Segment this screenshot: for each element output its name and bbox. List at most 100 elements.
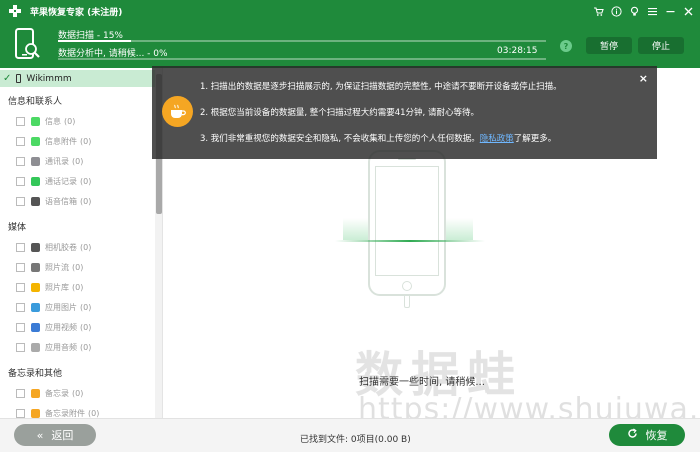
category-count: (0) [80,322,92,332]
double-chevron-left-icon: « [36,428,44,442]
cart-icon[interactable] [592,5,604,17]
category-item[interactable]: 语音信箱 (0) [16,194,91,208]
phone-illustration [368,150,446,296]
category-label: 应用视频 [45,322,77,332]
app-title: 苹果恢复专家 (未注册) [30,7,123,18]
category-checkbox[interactable] [16,242,25,252]
category-label: 相机胶卷 [45,242,77,252]
voicemail-icon [31,196,40,206]
category-checkbox[interactable] [16,196,25,206]
photo-stream-icon [31,262,40,272]
category-checkbox[interactable] [16,176,25,186]
tip-note-3-tail: 了解更多。 [513,134,557,144]
category-label: 备忘录 [45,388,69,398]
menu-icon[interactable] [646,5,658,17]
category-label: 语音信箱 [45,196,77,206]
contacts-icon [31,156,40,166]
category-item[interactable]: 通讯录 (0) [16,154,83,168]
tip-note-2: 2. 根据您当前设备的数据量, 整个扫描过程大约需要41分钟, 请耐心等待。 [200,108,479,118]
category-checkbox[interactable] [16,282,25,292]
category-checkbox[interactable] [16,388,25,398]
category-item[interactable]: 照片库 (0) [16,280,83,294]
category-checkbox[interactable] [16,116,25,126]
category-label: 应用音频 [45,342,77,352]
minimize-icon[interactable] [664,5,676,17]
category-label: 信息 [45,116,61,126]
scan-progress-fill [58,40,132,42]
category-checkbox[interactable] [16,408,25,418]
help-icon[interactable]: ? [560,40,572,52]
scan-tips-overlay: 1. 扫描出的数据是逐步扫描展示的, 为保证扫描数据的完整性, 中途请不要断开设… [152,66,657,159]
category-checkbox[interactable] [16,156,25,166]
category-checkbox[interactable] [16,342,25,352]
category-count: (0) [80,342,92,352]
category-item[interactable]: 通话记录 (0) [16,174,91,188]
category-count: (0) [80,136,92,146]
analysis-progress-bar [58,58,546,60]
tip-note-3-text: 3. 我们非常重视您的数据安全和隐私, 不会收集和上传您的个人任何数据。 [200,134,480,144]
title-bar-icons [592,0,694,22]
category-item[interactable]: 照片流 (0) [16,260,83,274]
phone-cable [404,296,410,308]
check-icon[interactable]: ✓ [3,73,11,84]
back-button[interactable]: « 返回 [14,424,96,446]
message-icon [31,116,40,126]
category-checkbox[interactable] [16,322,25,332]
category-label: 通话记录 [45,176,77,186]
category-count: (0) [80,302,92,312]
iphone-icon [16,74,22,83]
app-video-icon [31,322,40,332]
category-checkbox[interactable] [16,136,25,146]
category-label: 照片流 [45,262,69,272]
privacy-policy-link[interactable]: 隐私政策 [480,134,514,144]
category-count: (0) [72,156,84,166]
category-item[interactable]: 应用视频 (0) [16,320,91,334]
category-count: (0) [72,388,84,398]
category-count: (0) [80,196,92,206]
category-count: (0) [72,282,84,292]
message-attachment-icon [31,136,40,146]
category-item[interactable]: 信息 (0) [16,114,75,128]
info-icon[interactable] [610,5,622,17]
device-name: Wikimmm [26,73,72,84]
stop-button[interactable]: 停止 [638,37,684,54]
coffee-cup-icon [162,96,193,127]
category-item[interactable]: 应用图片 (0) [16,300,91,314]
category-item[interactable]: 相机胶卷 (0) [16,240,91,254]
tip-note-3: 3. 我们非常重视您的数据安全和隐私, 不会收集和上传您的个人任何数据。隐私政策… [200,132,556,144]
recover-button[interactable]: 恢复 [609,424,685,446]
pause-button[interactable]: 暂停 [586,37,632,54]
camera-icon [31,242,40,252]
app-audio-icon [31,342,40,352]
title-bar: 苹果恢复专家 (未注册) [0,0,700,22]
found-files-status: 已找到文件: 0项目(0.00 B) [300,435,411,445]
category-item[interactable]: 备忘录 (0) [16,386,83,400]
overlay-close-icon[interactable]: × [639,72,648,85]
back-label: 返回 [51,429,74,442]
notes-icon [31,388,40,398]
category-item[interactable]: 应用音频 (0) [16,340,91,354]
category-item[interactable]: 备忘录附件 (0) [16,406,99,418]
section-title: 媒体 [8,223,27,233]
scan-progress-bar [58,40,546,42]
category-count: (0) [80,242,92,252]
category-checkbox[interactable] [16,302,25,312]
bulb-icon[interactable] [628,5,640,17]
section-title: 备忘录和其他 [8,369,63,379]
category-label: 信息附件 [45,136,77,146]
category-checkbox[interactable] [16,262,25,272]
category-label: 备忘录附件 [45,408,85,418]
scan-progress-header: 数据扫描 - 15% 数据分析中, 请稍候... - 0% 03:28:15 ?… [0,22,700,68]
device-row[interactable]: ✓ Wikimmm [0,70,155,87]
close-icon[interactable] [682,5,694,17]
category-count: (0) [80,176,92,186]
tip-note-1: 1. 扫描出的数据是逐步扫描展示的, 为保证扫描数据的完整性, 中途请不要断开设… [200,82,562,92]
category-label: 照片库 [45,282,69,292]
app-logo-icon [8,4,22,18]
notes-attachment-icon [31,408,40,418]
category-label: 应用图片 [45,302,77,312]
category-sidebar: ✓ Wikimmm 信息和联系人 信息 (0) 信息附件 (0) 通讯录 (0) 通话记录 (0… [0,68,163,418]
category-item[interactable]: 信息附件 (0) [16,134,91,148]
section-title: 信息和联系人 [8,97,63,107]
category-count: (0) [72,262,84,272]
